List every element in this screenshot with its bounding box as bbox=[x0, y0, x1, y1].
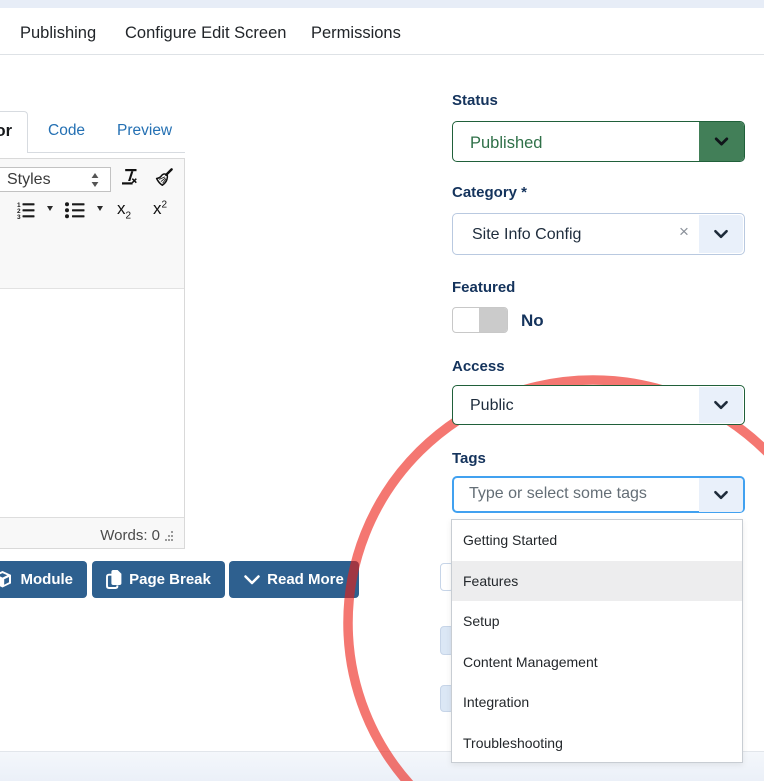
svg-text:3: 3 bbox=[17, 214, 21, 220]
